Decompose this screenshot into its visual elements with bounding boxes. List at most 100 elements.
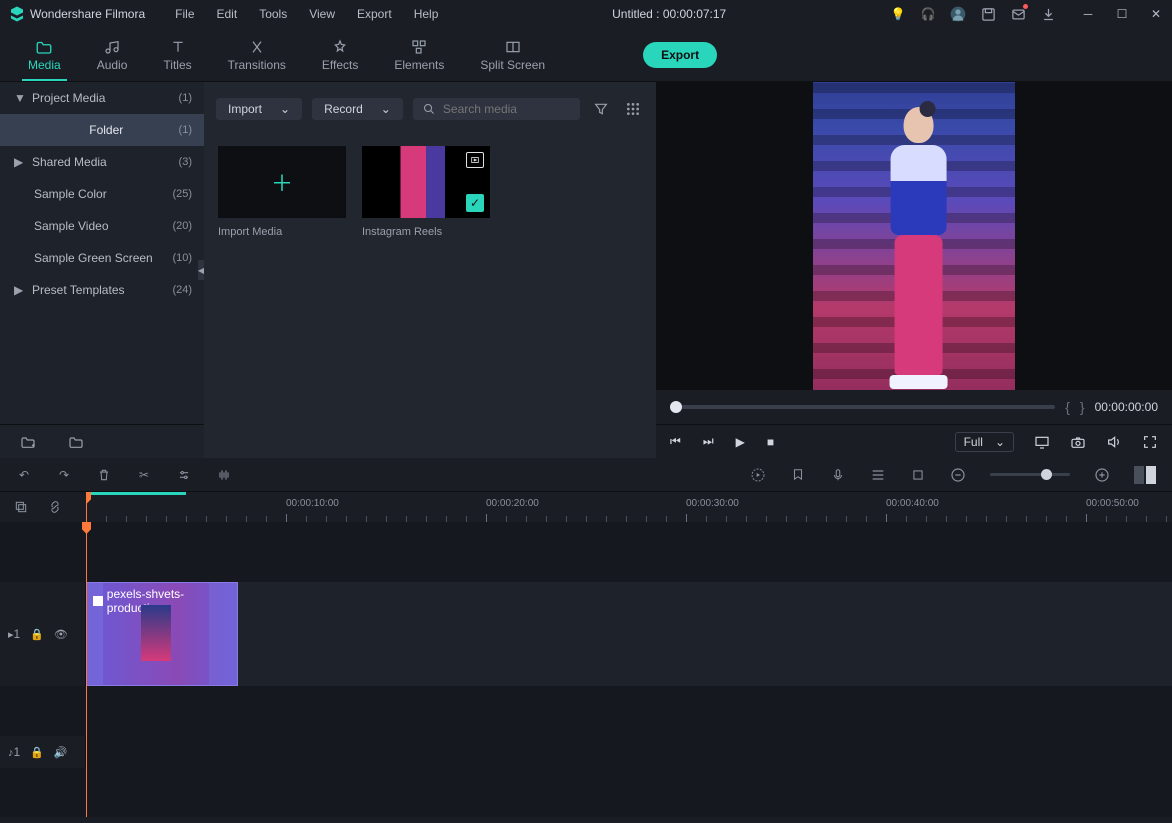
mail-icon[interactable] — [1010, 6, 1026, 22]
sidebar-item-project-media[interactable]: ▼Project Media(1) — [0, 82, 204, 114]
collapse-handle[interactable]: ◀ — [198, 260, 204, 280]
zoom-in-icon[interactable] — [1094, 467, 1110, 483]
tab-effects[interactable]: Effects — [304, 28, 376, 81]
volume-icon[interactable] — [1106, 434, 1122, 450]
timeline-ruler[interactable]: 00:00:10:00 00:00:20:00 00:00:30:00 00:0… — [86, 492, 1172, 522]
tab-titles[interactable]: Titles — [145, 28, 209, 81]
preview-timecode: 00:00:00:00 — [1095, 400, 1158, 414]
import-dropdown[interactable]: Import⌄ — [216, 98, 302, 120]
tab-elements[interactable]: Elements — [376, 28, 462, 81]
stop-icon[interactable]: ■ — [767, 435, 774, 449]
voiceover-icon[interactable] — [830, 467, 846, 483]
media-item-import[interactable]: ＋ Import Media — [218, 146, 346, 238]
sidebar-item-sample-green-screen[interactable]: Sample Green Screen(10) — [0, 242, 204, 274]
scrub-handle[interactable] — [670, 401, 682, 413]
zoom-out-icon[interactable] — [950, 467, 966, 483]
tab-media[interactable]: Media — [10, 28, 79, 81]
media-clip-thumb[interactable]: ✓ — [362, 146, 490, 218]
timeline-clip[interactable]: pexels-shvets-productio — [86, 582, 238, 686]
next-frame-icon[interactable]: ⏭ — [703, 434, 714, 449]
scrub-track[interactable] — [670, 405, 1055, 409]
lock-icon[interactable]: 🔒 — [30, 746, 44, 759]
zoom-handle[interactable] — [1041, 469, 1052, 480]
display-icon[interactable] — [1034, 435, 1050, 449]
tab-label: Media — [28, 58, 61, 72]
sidebar-item-sample-color[interactable]: Sample Color(25) — [0, 178, 204, 210]
headphones-icon[interactable]: 🎧 — [920, 6, 936, 22]
panel-top: Import⌄ Record⌄ — [204, 90, 656, 128]
search-media[interactable] — [413, 98, 580, 120]
media-item-clip[interactable]: ✓ Instagram Reels — [362, 146, 490, 238]
duplicate-track-icon[interactable] — [14, 500, 28, 514]
link-icon[interactable] — [48, 500, 62, 514]
menu-help[interactable]: Help — [404, 3, 449, 25]
maximize-icon[interactable]: ☐ — [1114, 6, 1130, 22]
filter-icon[interactable] — [590, 101, 612, 117]
playhead-line[interactable] — [86, 522, 87, 817]
preview-viewport[interactable] — [656, 82, 1172, 390]
sidebar-item-sample-video[interactable]: Sample Video(20) — [0, 210, 204, 242]
folder-icon[interactable] — [68, 435, 84, 449]
undo-icon[interactable]: ↶ — [16, 467, 32, 483]
marker-icon[interactable] — [790, 467, 806, 483]
adjust-icon[interactable] — [176, 467, 192, 483]
document-title: Untitled : 00:00:07:17 — [452, 7, 886, 21]
prev-frame-icon[interactable]: ⏮ — [670, 434, 681, 449]
delete-icon[interactable] — [96, 467, 112, 483]
lightbulb-icon[interactable]: 💡 — [890, 6, 906, 22]
sidebar-item-folder[interactable]: Folder(1) — [0, 114, 204, 146]
menu-file[interactable]: File — [165, 3, 204, 25]
account-icon[interactable] — [950, 6, 966, 22]
redo-icon[interactable]: ↷ — [56, 467, 72, 483]
tab-label: Audio — [97, 58, 128, 72]
audio-mixer-icon[interactable] — [870, 467, 886, 483]
download-icon[interactable] — [1040, 6, 1056, 22]
media-sidebar: ▼Project Media(1) Folder(1) ▶Shared Medi… — [0, 82, 204, 458]
sidebar-item-shared-media[interactable]: ▶Shared Media(3) — [0, 146, 204, 178]
timeline-view-toggle[interactable] — [1134, 466, 1156, 484]
audio-wave-icon[interactable] — [216, 467, 232, 483]
menu-tools[interactable]: Tools — [249, 3, 297, 25]
video-track-head: ▸1 🔒 👁 — [0, 582, 86, 686]
fullscreen-icon[interactable] — [1142, 434, 1158, 450]
folder-icon — [35, 38, 53, 56]
crop-icon[interactable] — [910, 467, 926, 483]
add-folder-icon[interactable] — [20, 435, 36, 449]
preview-quality-dropdown[interactable]: Full⌄ — [955, 432, 1014, 452]
play-icon[interactable]: ▶ — [736, 435, 745, 449]
sidebar-bottom-bar — [0, 424, 204, 458]
preview-scrubber-row: { } 00:00:00:00 — [656, 390, 1172, 424]
close-icon[interactable]: ✕ — [1148, 6, 1164, 22]
tab-transitions[interactable]: Transitions — [210, 28, 304, 81]
save-icon[interactable] — [980, 6, 996, 22]
mark-in-icon[interactable]: { — [1065, 399, 1070, 415]
playhead[interactable] — [86, 492, 87, 522]
snapshot-icon[interactable] — [1070, 435, 1086, 449]
export-button[interactable]: Export — [643, 42, 717, 68]
split-icon[interactable]: ✂ — [136, 467, 152, 483]
zoom-slider[interactable] — [990, 473, 1070, 476]
tab-audio[interactable]: Audio — [79, 28, 146, 81]
sidebar-item-preset-templates[interactable]: ▶Preset Templates(24) — [0, 274, 204, 306]
minimize-icon[interactable]: ─ — [1080, 6, 1096, 22]
preview-controls: ⏮ ⏭ ▶ ■ Full⌄ — [656, 424, 1172, 458]
lock-icon[interactable]: 🔒 — [30, 628, 44, 641]
eye-icon[interactable]: 👁 — [54, 628, 68, 641]
menu-export[interactable]: Export — [347, 3, 402, 25]
search-input[interactable] — [443, 102, 570, 116]
render-icon[interactable] — [750, 467, 766, 483]
audio-track-lane[interactable] — [86, 736, 1172, 768]
menu-edit[interactable]: Edit — [207, 3, 248, 25]
mark-out-icon[interactable]: } — [1080, 399, 1085, 415]
speaker-icon[interactable]: 🔊 — [54, 746, 68, 759]
record-dropdown[interactable]: Record⌄ — [312, 98, 403, 120]
menu-view[interactable]: View — [299, 3, 345, 25]
audio-track-icon: ♪1 — [8, 745, 20, 759]
video-type-icon — [466, 152, 484, 168]
chevron-down-icon: ⌄ — [995, 435, 1005, 449]
media-panel: ◀ Import⌄ Record⌄ ＋ Import Media ✓ — [204, 82, 656, 458]
video-track-lane[interactable]: pexels-shvets-productio — [86, 582, 1172, 686]
tab-split-screen[interactable]: Split Screen — [462, 28, 563, 81]
grid-view-icon[interactable] — [622, 101, 644, 117]
import-media-thumb[interactable]: ＋ — [218, 146, 346, 218]
